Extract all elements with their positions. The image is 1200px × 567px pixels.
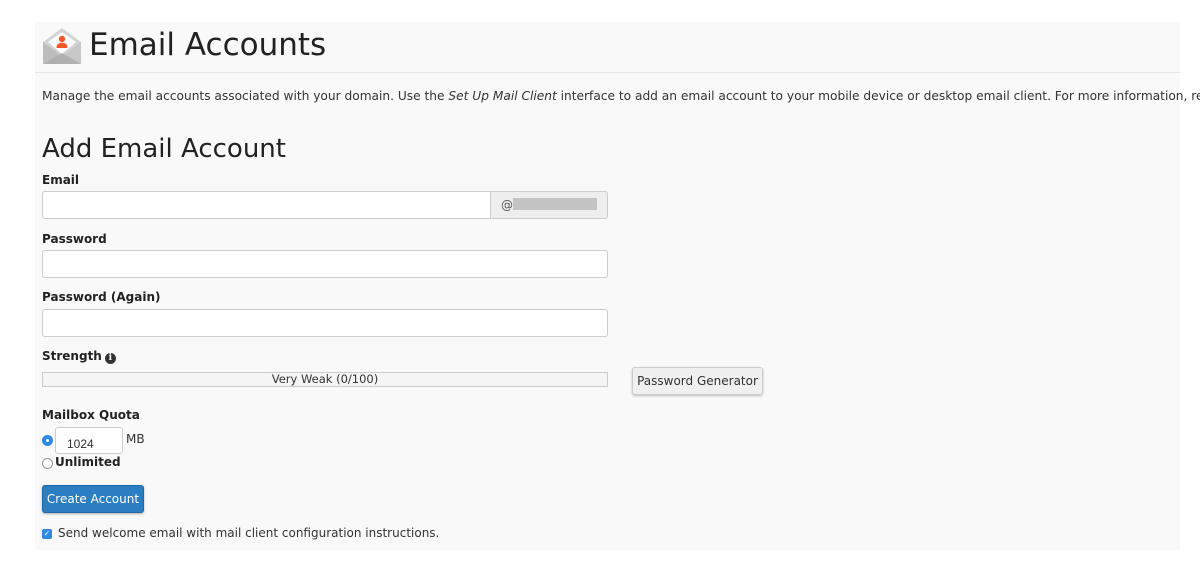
- intro-text: Manage the email accounts associated wit…: [42, 89, 1200, 103]
- quota-input[interactable]: [55, 427, 123, 454]
- intro-text-middle: interface to add an email account to you…: [556, 89, 1200, 103]
- redacted-domain: [513, 198, 597, 210]
- envelope-user-icon: [41, 26, 83, 66]
- password-again-label: Password (Again): [42, 290, 161, 304]
- create-account-button[interactable]: Create Account: [42, 485, 144, 513]
- quota-limited-radio[interactable]: [42, 435, 53, 446]
- at-sign: @: [501, 198, 513, 212]
- quota-unit: MB: [126, 432, 145, 446]
- email-input[interactable]: [42, 191, 491, 219]
- password-strength-meter: Very Weak (0/100): [42, 372, 608, 387]
- quota-unlimited-radio[interactable]: [42, 458, 53, 469]
- email-label: Email: [42, 173, 80, 187]
- welcome-email-label: Send welcome email with mail client conf…: [58, 526, 440, 540]
- mailbox-quota-label: Mailbox Quota: [42, 408, 140, 422]
- page-title: Email Accounts: [89, 27, 327, 63]
- welcome-email-checkbox[interactable]: ✓: [42, 529, 52, 539]
- intro-emphasis: Set Up Mail Client: [448, 89, 557, 103]
- password-label: Password: [42, 232, 107, 246]
- password-input[interactable]: [42, 250, 608, 278]
- page-header: Email Accounts: [35, 22, 1180, 73]
- info-circle-icon[interactable]: i: [104, 353, 116, 364]
- strength-label: Strength i: [42, 349, 116, 364]
- intro-text-before: Manage the email accounts associated wit…: [42, 89, 449, 103]
- strength-label-text: Strength: [42, 349, 102, 363]
- password-generator-button[interactable]: Password Generator: [632, 367, 763, 395]
- email-domain-addon: @: [490, 191, 608, 219]
- email-accounts-panel: Email Accounts Manage the email accounts…: [35, 22, 1200, 550]
- unlimited-label: Unlimited: [55, 455, 121, 469]
- add-email-account-heading: Add Email Account: [42, 134, 286, 164]
- strength-text: Very Weak (0/100): [271, 372, 379, 386]
- password-again-input[interactable]: [42, 309, 608, 337]
